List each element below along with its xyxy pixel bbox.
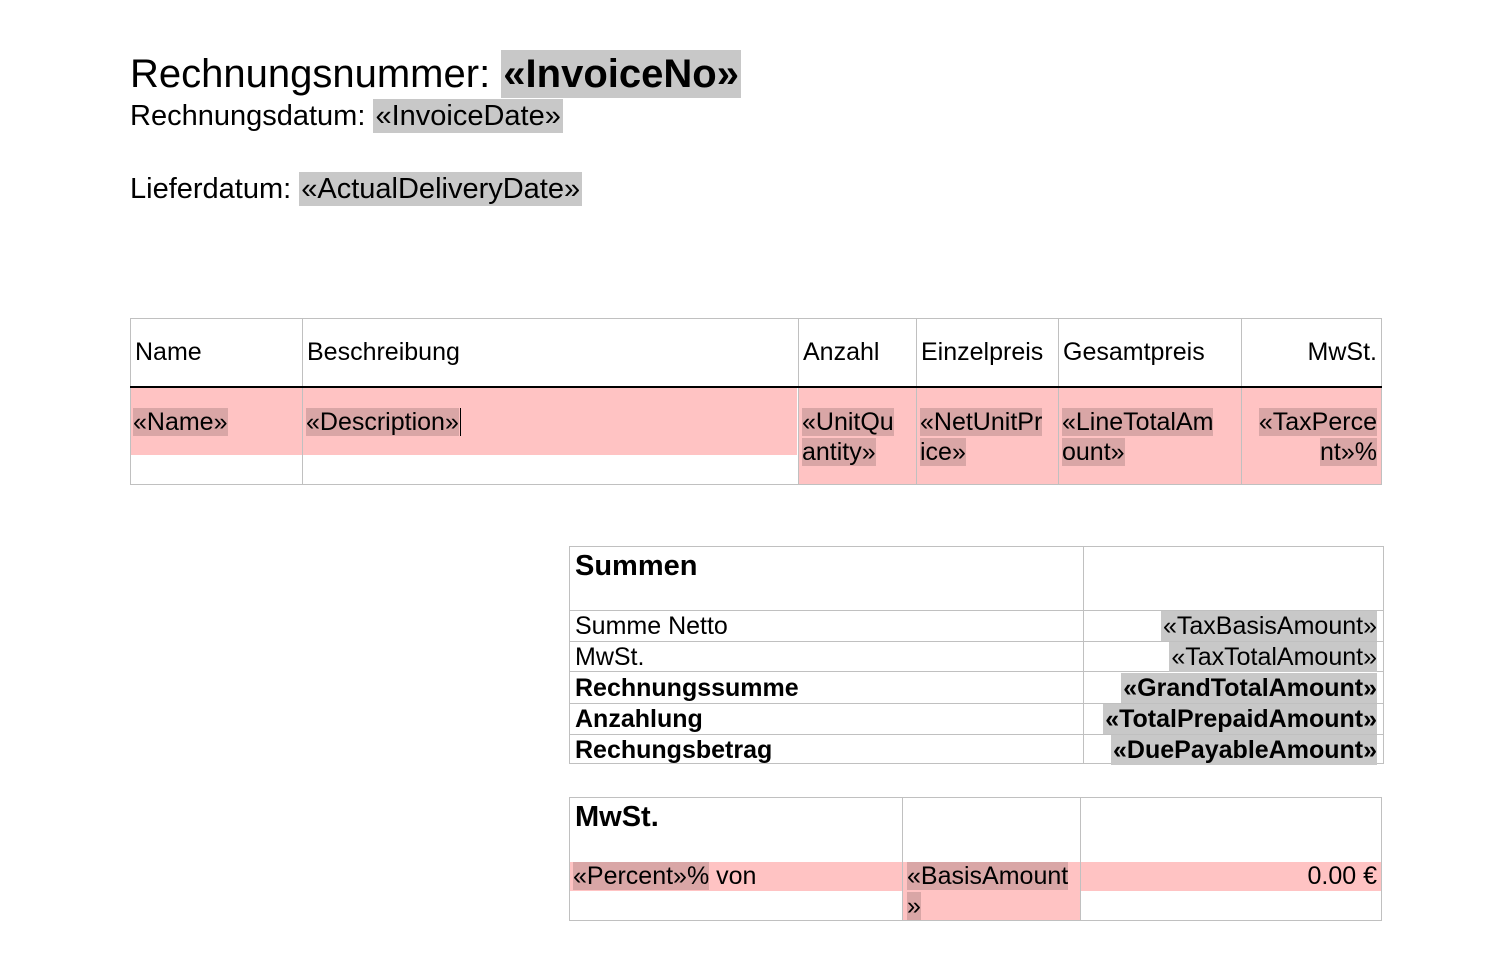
- sum-tax-field[interactable]: «TaxTotalAmount»: [1169, 642, 1377, 672]
- item-quantity-cell[interactable]: «UnitQu antity»: [802, 407, 894, 467]
- vat-percent-cell[interactable]: «Percent»% von: [573, 861, 756, 891]
- item-unit-price-field-cont[interactable]: ice»: [920, 438, 966, 466]
- items-col-divider: [1241, 319, 1242, 485]
- vat-basis-field-cont[interactable]: »: [907, 892, 921, 920]
- sum-net-label: Summe Netto: [575, 612, 728, 640]
- item-line-total-cell[interactable]: «LineTotalAm ount»: [1062, 407, 1214, 467]
- item-description-cell[interactable]: «Description»: [306, 407, 461, 437]
- sums-col-divider: [1083, 547, 1084, 763]
- sum-due-field[interactable]: «DuePayableAmount»: [1111, 735, 1377, 765]
- delivery-date-line: Lieferdatum: «ActualDeliveryDate»: [130, 172, 583, 206]
- col-header-name: Name: [135, 338, 202, 366]
- col-header-quantity: Anzahl: [803, 338, 880, 366]
- invoice-date-field[interactable]: «InvoiceDate»: [373, 99, 563, 133]
- invoice-number-field[interactable]: «InvoiceNo»: [501, 50, 741, 98]
- vat-basis-field[interactable]: «BasisAmount: [907, 862, 1069, 890]
- item-unit-price-cell[interactable]: «NetUnitPr ice»: [920, 407, 1043, 467]
- invoice-date-line: Rechnungsdatum: «InvoiceDate»: [130, 99, 563, 133]
- sum-net-field[interactable]: «TaxBasisAmount»: [1160, 611, 1377, 641]
- invoice-date-label: Rechnungsdatum:: [130, 100, 374, 132]
- sum-prepaid-label: Anzahlung: [575, 705, 703, 733]
- items-col-divider: [798, 319, 799, 485]
- sum-prepaid-field[interactable]: «TotalPrepaidAmount»: [1103, 704, 1377, 734]
- invoice-number-label: Rechnungsnummer:: [130, 52, 502, 96]
- col-header-tax: MwSt.: [1307, 338, 1377, 366]
- sum-tax-label: MwSt.: [575, 643, 645, 671]
- item-unit-price-field[interactable]: «NetUnitPr: [920, 408, 1043, 436]
- delivery-date-field[interactable]: «ActualDeliveryDate»: [299, 172, 583, 206]
- text-cursor: [459, 408, 461, 436]
- items-header-rule: [130, 386, 1382, 388]
- items-col-divider: [1058, 319, 1059, 485]
- item-tax-field-cont[interactable]: nt»%: [1320, 438, 1377, 466]
- vat-col-divider: [902, 798, 903, 920]
- items-col-divider: [916, 319, 917, 485]
- invoice-number-line: Rechnungsnummer: «InvoiceNo»: [130, 50, 741, 98]
- col-header-line-total: Gesamtpreis: [1063, 338, 1205, 366]
- item-tax-field[interactable]: «TaxPerce: [1258, 408, 1377, 436]
- item-name-field[interactable]: «Name»: [133, 408, 228, 436]
- vat-amount-value: 0.00 €: [1307, 862, 1377, 890]
- sum-grand-total-label: Rechnungssumme: [575, 674, 799, 702]
- vat-col-divider: [1080, 798, 1081, 920]
- items-col-divider: [302, 319, 303, 485]
- vat-percent-sign: %: [686, 862, 710, 890]
- delivery-date-label: Lieferdatum:: [130, 173, 300, 205]
- item-line-total-field-cont[interactable]: ount»: [1062, 438, 1125, 466]
- sum-grand-total-field[interactable]: «GrandTotalAmount»: [1121, 673, 1377, 703]
- item-description-field[interactable]: «Description»: [306, 408, 459, 436]
- sums-title: Summen: [575, 550, 698, 582]
- items-row-highlight-left: [131, 388, 797, 455]
- col-header-description: Beschreibung: [307, 338, 460, 366]
- vat-title: MwSt.: [575, 801, 659, 833]
- col-header-unit-price: Einzelpreis: [921, 338, 1044, 366]
- item-name-cell[interactable]: «Name»: [133, 407, 228, 437]
- vat-basis-cell[interactable]: «BasisAmount »: [907, 861, 1069, 921]
- item-quantity-field[interactable]: «UnitQu: [802, 408, 894, 436]
- vat-percent-field[interactable]: «Percent»: [573, 862, 687, 890]
- vat-von-label: von: [709, 862, 757, 890]
- sum-due-label: Rechungsbetrag: [575, 736, 773, 764]
- item-line-total-field[interactable]: «LineTotalAm: [1062, 408, 1214, 436]
- item-quantity-field-cont[interactable]: antity»: [802, 438, 876, 466]
- item-tax-cell[interactable]: «TaxPerce nt»%: [1258, 407, 1377, 467]
